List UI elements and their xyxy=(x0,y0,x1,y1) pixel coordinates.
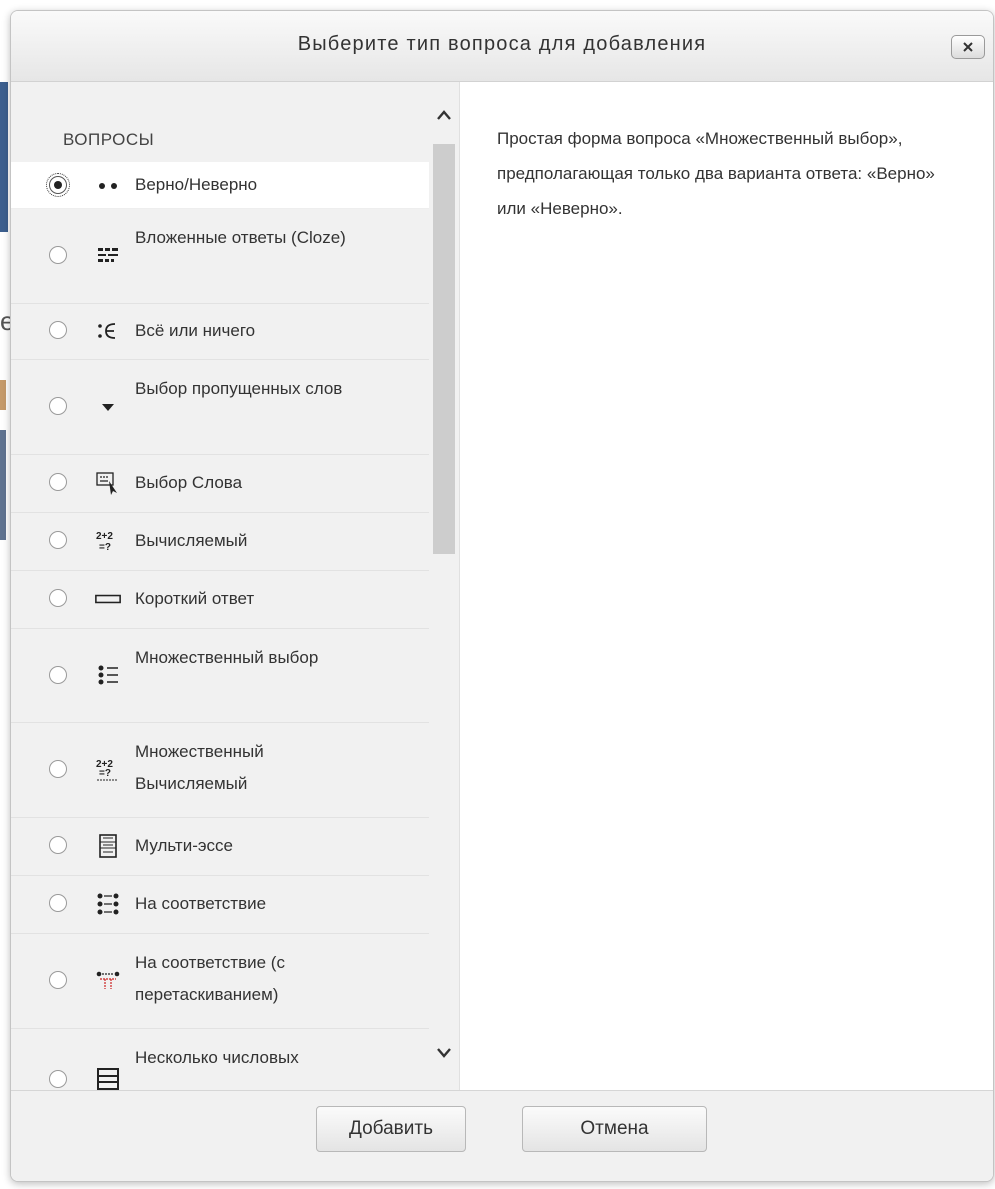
question-type-option[interactable]: Несколько числовых xyxy=(11,1028,429,1090)
question-type-option[interactable]: Короткий ответ xyxy=(11,570,429,629)
option-label: Короткий ответ xyxy=(135,589,255,608)
option-label: Выбор пропущенных слов xyxy=(135,379,343,398)
radio-button[interactable] xyxy=(49,321,67,339)
radio-button[interactable] xyxy=(49,246,67,264)
question-type-option[interactable]: 2+2 =? Вычисляемый xyxy=(11,512,429,571)
question-type-option[interactable]: Верно/Неверно xyxy=(11,162,429,209)
option-label: Вычисляемый xyxy=(135,531,248,550)
scroll-up-icon[interactable] xyxy=(435,108,453,122)
scroll-thumb[interactable] xyxy=(433,144,455,554)
question-type-description: Простая форма вопроса «Множественный выб… xyxy=(497,129,935,218)
radio-button[interactable] xyxy=(49,971,67,989)
calculated-icon: 2+2 =? xyxy=(95,528,121,554)
word-select-icon xyxy=(95,470,121,496)
matching-icon xyxy=(95,891,121,917)
question-type-option[interactable]: На соответствие (с перетаскиванием) xyxy=(11,933,429,1029)
background-page-fragment xyxy=(0,430,6,540)
radio-button[interactable] xyxy=(49,531,67,549)
svg-text:=?: =? xyxy=(99,542,111,553)
scroll-down-icon[interactable] xyxy=(435,1046,453,1060)
radio-button[interactable] xyxy=(49,473,67,491)
option-label: Вложенные ответы (Cloze) xyxy=(135,228,346,247)
option-label: Выбор Слова xyxy=(135,473,243,492)
cloze-icon xyxy=(95,242,121,268)
all-or-nothing-icon xyxy=(95,318,121,344)
question-type-list[interactable]: ВОПРОСЫ Верно/Неверно Вложенные ответы (… xyxy=(11,82,460,1090)
dialog-title: Выберите тип вопроса для добавления xyxy=(297,33,707,55)
list-scrollbar[interactable] xyxy=(429,82,459,1090)
close-icon xyxy=(963,42,973,52)
radio-button[interactable] xyxy=(49,894,67,912)
radio-button[interactable] xyxy=(49,666,67,684)
question-type-option[interactable]: Мульти-эссе xyxy=(11,817,429,876)
svg-text:=?: =? xyxy=(99,768,111,779)
option-label: Множественный Вычисляемый xyxy=(135,742,264,793)
option-label: Множественный выбор xyxy=(135,648,319,667)
cancel-button[interactable]: Отмена xyxy=(522,1106,707,1152)
question-type-option[interactable]: Множественный выбор xyxy=(11,628,429,723)
close-button[interactable] xyxy=(951,35,985,59)
option-label: На соответствие xyxy=(135,894,267,913)
radio-button[interactable] xyxy=(49,397,67,415)
radio-button[interactable] xyxy=(49,760,67,778)
background-page-fragment xyxy=(0,82,8,232)
question-type-option[interactable]: Всё или ничего xyxy=(11,303,429,360)
option-label: Верно/Неверно xyxy=(135,175,258,194)
multi-essay-icon xyxy=(95,833,121,859)
option-label: Несколько числовых xyxy=(135,1048,299,1067)
background-page-fragment xyxy=(0,380,6,410)
option-label: На соответствие (с перетаскиванием) xyxy=(135,953,285,1004)
multichoice-icon xyxy=(95,662,121,688)
add-button[interactable]: Добавить xyxy=(316,1106,466,1152)
dialog-footer: Добавить Отмена xyxy=(11,1090,993,1181)
option-label: Всё или ничего xyxy=(135,321,256,340)
radio-button[interactable] xyxy=(49,589,67,607)
radio-button[interactable] xyxy=(49,836,67,854)
radio-button[interactable] xyxy=(46,173,70,197)
question-type-dialog: Выберите тип вопроса для добавления ВОПР… xyxy=(10,10,994,1182)
dialog-header: Выберите тип вопроса для добавления xyxy=(11,11,993,82)
radio-button[interactable] xyxy=(49,1070,67,1088)
question-type-option[interactable]: На соответствие xyxy=(11,875,429,934)
dropdown-triangle-icon xyxy=(95,393,121,419)
option-label: Мульти-эссе xyxy=(135,836,233,855)
question-type-option[interactable]: Выбор пропущенных слов xyxy=(11,359,429,455)
calculated-multi-icon: 2+2 =? xyxy=(95,756,121,782)
section-title: ВОПРОСЫ xyxy=(63,130,155,149)
multi-numerical-icon xyxy=(95,1066,121,1090)
question-type-option[interactable]: Выбор Слова xyxy=(11,454,429,513)
svg-text:2+2: 2+2 xyxy=(96,531,113,542)
drag-matching-icon xyxy=(95,967,121,993)
true-false-icon xyxy=(95,172,121,198)
question-type-option[interactable]: 2+2 =? Множественный Вычисляемый xyxy=(11,722,429,818)
short-answer-icon xyxy=(95,586,121,612)
question-type-option[interactable]: Вложенные ответы (Cloze) xyxy=(11,208,429,304)
